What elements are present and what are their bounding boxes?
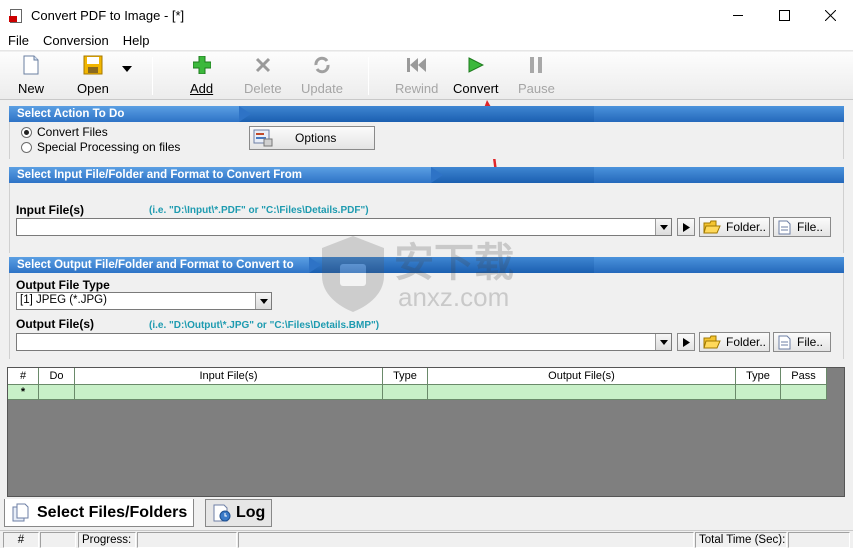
delete-x-icon	[255, 57, 270, 73]
cell-output[interactable]	[428, 385, 736, 400]
input-folder-button[interactable]: Folder..	[699, 217, 770, 237]
maximize-button[interactable]	[761, 0, 807, 31]
table-row[interactable]: *	[8, 385, 827, 400]
col-header-number[interactable]: #	[8, 368, 39, 385]
chevron-down-icon	[659, 224, 668, 230]
cell-type-in[interactable]	[383, 385, 428, 400]
rewind-button[interactable]: Rewind	[395, 54, 438, 98]
maximize-icon	[778, 10, 790, 21]
col-header-type-out[interactable]: Type	[736, 368, 781, 385]
status-count-value	[40, 532, 76, 548]
new-file-icon	[23, 55, 39, 75]
new-button[interactable]: New	[18, 54, 44, 98]
update-button[interactable]: Update	[301, 54, 343, 98]
open-dropdown-button[interactable]	[122, 66, 132, 110]
file-icon	[778, 220, 791, 234]
pause-icon	[530, 57, 543, 73]
radio-convert-files[interactable]: Convert Files	[21, 125, 108, 139]
col-header-type-in[interactable]: Type	[383, 368, 428, 385]
action-panel: Convert Files Special Processing on file…	[9, 122, 844, 159]
files-icon	[12, 503, 29, 521]
plus-icon	[192, 56, 211, 74]
input-files-combo[interactable]	[16, 218, 672, 236]
output-play-button[interactable]	[677, 333, 695, 351]
tab-log[interactable]: Log	[205, 499, 273, 527]
log-clock-icon	[213, 504, 231, 522]
close-button[interactable]	[807, 0, 853, 31]
menu-bar: File Conversion Help	[0, 31, 853, 51]
status-progress-label: Progress:	[78, 532, 136, 548]
status-total-time-label: Total Time (Sec):	[695, 532, 787, 548]
folder-icon	[703, 220, 721, 234]
cell-input[interactable]	[75, 385, 383, 400]
play-icon	[468, 57, 484, 73]
minimize-button[interactable]	[715, 0, 761, 31]
pause-button[interactable]: Pause	[518, 54, 555, 98]
input-play-button[interactable]	[677, 218, 695, 236]
status-message	[238, 532, 694, 548]
files-grid[interactable]: # Do Input File(s) Type Output File(s) T…	[7, 367, 845, 497]
delete-button[interactable]: Delete	[244, 54, 282, 98]
tab-select-files[interactable]: Select Files/Folders	[4, 499, 195, 527]
input-panel: Input File(s) (i.e. "D:\Input\*.PDF" or …	[9, 183, 844, 253]
cell-pass[interactable]	[781, 385, 827, 400]
open-button[interactable]: Open	[77, 54, 109, 98]
grid-header: # Do Input File(s) Type Output File(s) T…	[8, 368, 827, 385]
title-bar: Convert PDF to Image - [*]	[0, 0, 853, 31]
save-disk-icon	[83, 55, 103, 75]
status-total-time-value	[788, 532, 850, 548]
output-files-combo[interactable]	[16, 333, 672, 351]
output-section-header: Select Output File/Folder and Format to …	[9, 257, 844, 273]
minimize-icon	[732, 15, 743, 16]
output-file-button[interactable]: File..	[773, 332, 831, 352]
convert-button[interactable]: Convert	[453, 54, 499, 98]
status-progress-bar	[137, 532, 237, 548]
col-header-output[interactable]: Output File(s)	[428, 368, 736, 385]
folder-icon	[703, 335, 721, 349]
add-button[interactable]: Add	[190, 54, 213, 98]
chevron-down-icon	[659, 339, 668, 345]
radio-special-processing[interactable]: Special Processing on files	[21, 140, 180, 154]
cell-type-out[interactable]	[736, 385, 781, 400]
menu-help[interactable]: Help	[117, 33, 156, 48]
col-header-pass[interactable]: Pass	[781, 368, 827, 385]
cell-do[interactable]	[39, 385, 75, 400]
options-button[interactable]: Options	[249, 126, 375, 150]
play-arrow-icon	[682, 337, 690, 347]
options-icon	[253, 129, 273, 147]
output-folder-button[interactable]: Folder..	[699, 332, 770, 352]
rewind-icon	[406, 58, 426, 72]
play-arrow-icon	[682, 222, 690, 232]
new-row-marker: *	[8, 385, 39, 400]
col-header-input[interactable]: Input File(s)	[75, 368, 383, 385]
toolbar: New Open Add Delete Update Rewind Conver…	[0, 52, 853, 100]
status-count: #	[3, 532, 39, 548]
chevron-down-icon	[259, 298, 268, 304]
refresh-icon	[314, 56, 330, 74]
input-section-header: Select Input File/Folder and Format to C…	[9, 167, 844, 183]
output-type-select[interactable]: [1] JPEG (*.JPG)	[16, 292, 272, 310]
close-icon	[824, 10, 836, 21]
status-bar: # Progress: Total Time (Sec):	[0, 530, 853, 548]
menu-conversion[interactable]: Conversion	[37, 33, 115, 48]
output-panel: Output File Type [1] JPEG (*.JPG) Output…	[9, 273, 844, 359]
col-header-do[interactable]: Do	[39, 368, 75, 385]
app-icon	[9, 8, 23, 23]
input-file-button[interactable]: File..	[773, 217, 831, 237]
action-section-header: Select Action To Do	[9, 106, 844, 122]
file-icon	[778, 335, 791, 349]
window-title: Convert PDF to Image - [*]	[31, 8, 185, 23]
dropdown-arrow-icon	[122, 66, 132, 72]
bottom-tabs: Select Files/Folders Log	[0, 497, 853, 530]
menu-file[interactable]: File	[2, 33, 35, 48]
